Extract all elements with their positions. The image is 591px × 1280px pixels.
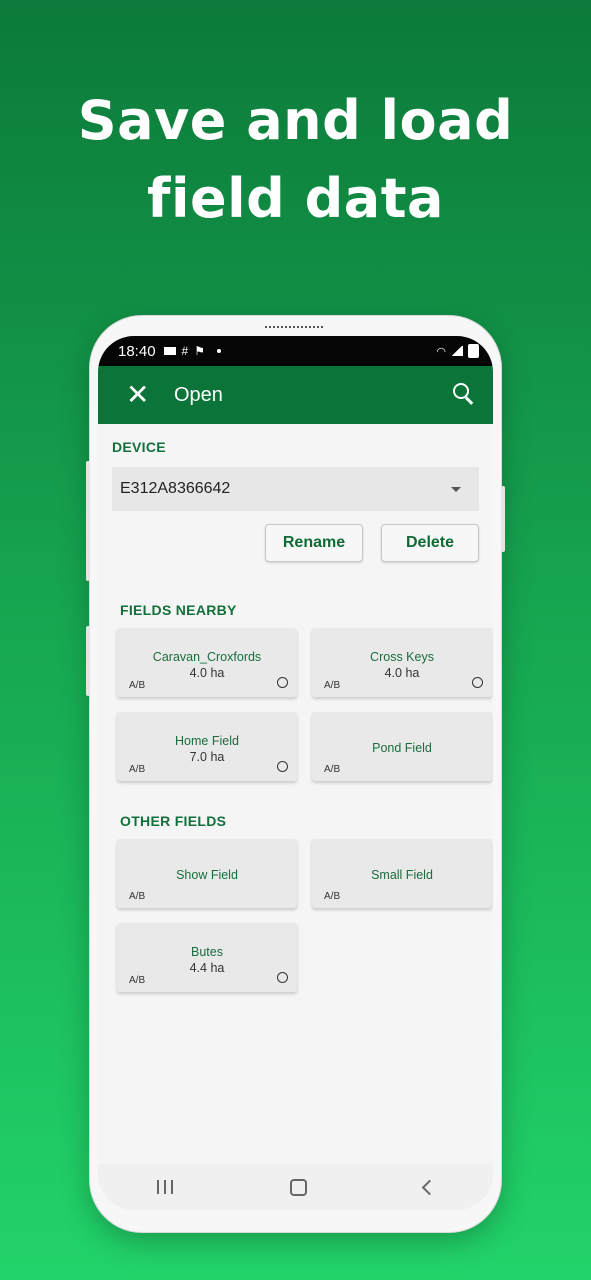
rename-button[interactable]: Rename [265,524,363,562]
earpiece-speaker [265,326,323,328]
status-time: 18:40 [118,342,156,360]
ab-line-tag: A/B [129,680,146,691]
field-name: Small Field [371,868,433,882]
headline-line-2: field data [147,167,444,230]
field-card[interactable]: Show Field A/B [117,839,297,908]
search-icon[interactable] [451,382,477,408]
ab-line-tag: A/B [324,680,341,691]
field-card[interactable]: Small Field A/B [312,839,492,908]
signal-icon [451,346,463,356]
power-button [501,486,505,552]
ab-line-tag: A/B [324,891,341,902]
bixby-button [86,626,90,696]
ab-line-tag: A/B [129,891,146,902]
device-section-label: DEVICE [112,439,166,455]
field-card[interactable]: Home Field 7.0 ha A/B [117,712,297,781]
field-name: Home Field [175,734,239,748]
status-bar: 18:40 # ⚑ ◠ [98,336,493,366]
delete-button[interactable]: Delete [381,524,479,562]
device-dropdown[interactable]: E312A8366642 [112,467,479,511]
field-name: Caravan_Croxfords [152,650,262,664]
select-radio-icon[interactable] [277,761,288,772]
recent-apps-icon[interactable] [156,1180,173,1194]
headline-line-1: Save and load [77,89,514,152]
system-nav-bar [98,1164,493,1210]
other-fields-label: OTHER FIELDS [120,813,227,829]
system-icons: ◠ [436,344,479,358]
back-icon[interactable] [421,1179,437,1195]
device-dropdown-value: E312A8366642 [120,480,231,497]
field-card[interactable]: Butes 4.4 ha A/B [117,923,297,992]
field-name: Butes [191,945,223,959]
field-area: 4.0 ha [384,666,420,680]
field-name: Cross Keys [370,650,434,664]
wifi-icon: ◠ [436,345,446,358]
field-area: 4.0 ha [189,666,225,680]
fields-nearby-label: FIELDS NEARBY [120,602,237,618]
battery-icon [468,344,479,358]
field-area: 7.0 ha [189,750,225,764]
field-card[interactable]: Cross Keys 4.0 ha A/B [312,628,492,697]
close-icon[interactable]: ✕ [126,380,150,410]
ab-line-tag: A/B [324,764,341,775]
field-name: Pond Field [372,741,432,755]
flag-icon: ⚑ [194,344,205,358]
more-notifications-icon [217,349,221,353]
select-radio-icon[interactable] [472,677,483,688]
open-content: DEVICE E312A8366642 Rename Delete FIELDS… [98,424,493,992]
phone-frame: 18:40 # ⚑ ◠ ✕ Open DEVICE E312A8366642 R… [86,316,505,1232]
ab-line-tag: A/B [129,975,146,986]
promo-headline: Save and load field data [0,82,591,238]
app-bar: ✕ Open [98,366,493,424]
phone-screen: 18:40 # ⚑ ◠ ✕ Open DEVICE E312A8366642 R… [98,336,493,1210]
slack-icon: # [181,344,189,358]
select-radio-icon[interactable] [277,677,288,688]
volume-button [86,461,90,581]
dropdown-arrow-icon [451,486,461,492]
ab-line-tag: A/B [129,764,146,775]
video-icon [163,347,176,355]
select-radio-icon[interactable] [277,972,288,983]
field-card[interactable]: Pond Field A/B [312,712,492,781]
field-card[interactable]: Caravan_Croxfords 4.0 ha A/B [117,628,297,697]
field-area: 4.4 ha [189,961,225,975]
device-actions: Rename Delete [112,524,479,562]
home-icon[interactable] [289,1178,307,1196]
field-name: Show Field [176,868,238,882]
app-bar-title: Open [174,383,223,406]
fields-nearby-grid: Caravan_Croxfords 4.0 ha A/B Cross Keys … [112,628,492,781]
notification-icons: # ⚑ [163,344,221,358]
other-fields-grid: Show Field A/B Small Field A/B Butes 4.4… [112,839,492,992]
